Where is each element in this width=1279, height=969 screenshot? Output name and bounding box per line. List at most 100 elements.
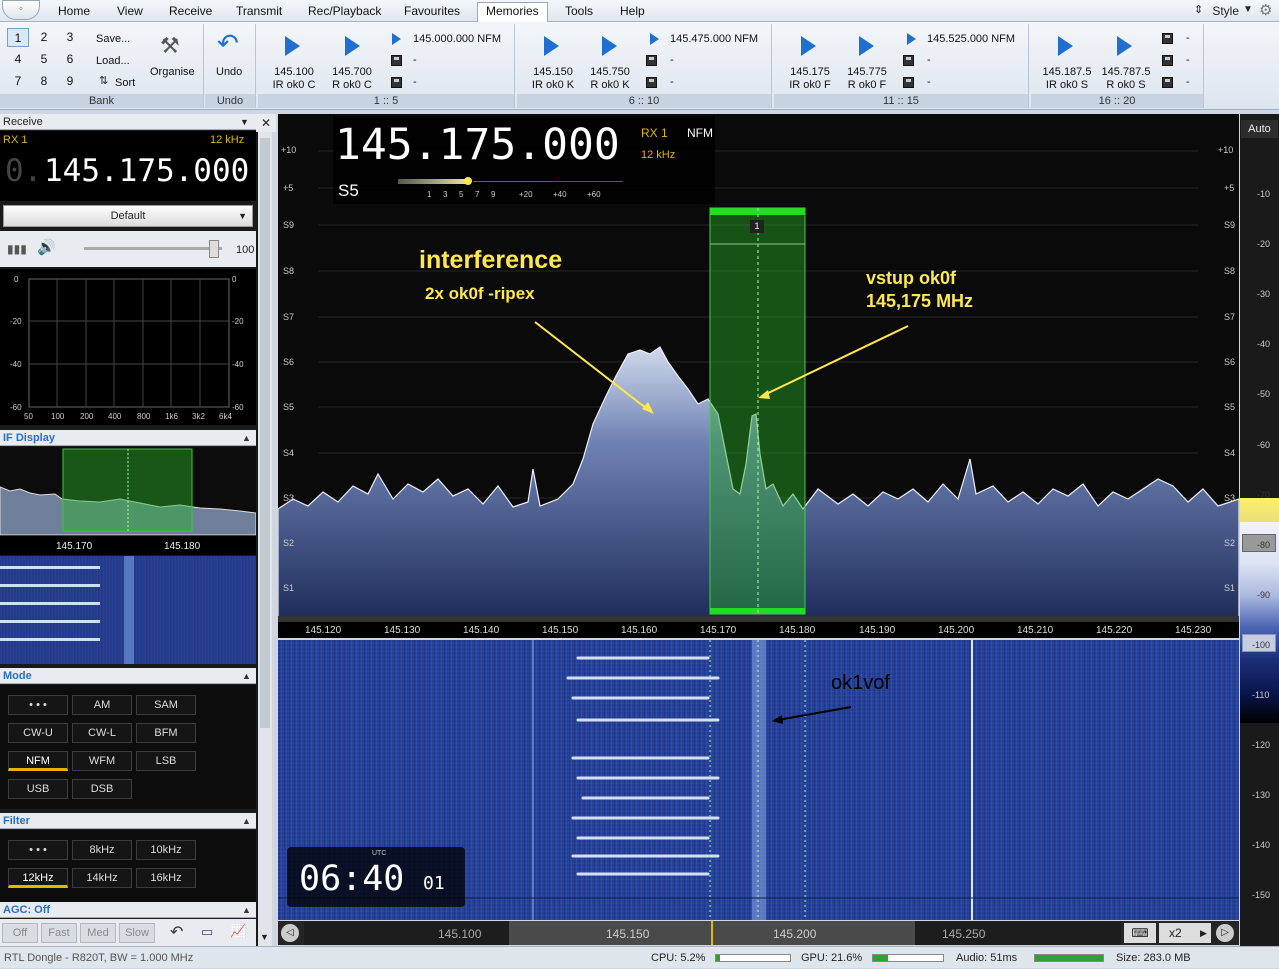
filter-14khz[interactable]: 14kHz [72,868,132,888]
bank-5[interactable]: 5 [33,50,55,69]
play-icon[interactable] [801,36,816,56]
preset-dropdown[interactable]: Default ▼ [3,205,253,227]
play-icon[interactable] [602,36,617,56]
load-button[interactable]: Load... [96,55,130,67]
save-disk-icon[interactable] [903,77,914,88]
menu-rec-playback[interactable]: Rec/Playback [300,3,389,20]
memory-name[interactable]: IR ok0 C [266,79,322,92]
agc-off[interactable]: Off [2,923,38,943]
menu-receive[interactable]: Receive [161,3,220,20]
vfo-frequency[interactable]: 145.175.000 [44,153,249,189]
filter-more[interactable]: • • • [8,840,68,860]
save-disk-icon[interactable] [391,77,402,88]
close-receive-icon[interactable]: ✕ [256,114,276,132]
bank-7[interactable]: 7 [7,72,29,91]
undo-arrow-icon[interactable]: ↶ [170,922,183,942]
play-icon[interactable] [1117,36,1132,56]
mode-sam[interactable]: SAM [136,695,196,715]
play-icon[interactable] [544,36,559,56]
play-icon[interactable] [285,36,300,56]
save-disk-icon[interactable] [646,55,657,66]
mode-lsb[interactable]: LSB [136,751,196,771]
menu-memories[interactable]: Memories [477,2,548,22]
collapse-icon[interactable]: ▲ [242,430,251,446]
mode-dsb[interactable]: DSB [72,779,132,799]
empty-slot[interactable]: - [1186,76,1190,88]
collapse-icon[interactable]: ▲ [242,813,251,829]
collapse-icon[interactable]: ▼ [240,114,249,130]
menu-favourites[interactable]: Favourites [396,3,468,20]
menu-view[interactable]: View [109,3,151,20]
memory-entry[interactable]: 145.000.000 NFM [413,33,501,45]
main-frequency[interactable]: 145.175.000 [335,120,620,170]
mode-cw-l[interactable]: CW-L [72,723,132,743]
collapse-icon[interactable]: ▲ [242,668,251,684]
save-disk-icon[interactable] [646,77,657,88]
mode-usb[interactable]: USB [8,779,68,799]
save-disk-icon[interactable] [903,55,914,66]
empty-slot[interactable]: - [670,76,674,88]
undo-icon[interactable]: ↶ [217,28,239,59]
agc-slow[interactable]: Slow [119,923,155,943]
bank-4[interactable]: 4 [7,50,29,69]
scroll-down-icon[interactable]: ▼ [260,932,269,942]
style-dropdown-icon[interactable]: ▼ [1243,4,1253,15]
empty-slot[interactable]: - [413,76,417,88]
waterfall-display[interactable]: ok1vof UTC 06:40 01 [278,640,1239,920]
volume-slider[interactable] [84,247,222,250]
empty-slot[interactable]: - [1186,54,1190,66]
filter-12khz[interactable]: 12kHz [8,868,68,888]
mode-wfm[interactable]: WFM [72,751,132,771]
sort-button[interactable]: Sort [115,77,135,89]
screen-icon[interactable]: ▭ [201,924,213,940]
bank-8[interactable]: 8 [33,72,55,91]
undo-button[interactable]: Undo [216,66,242,78]
volume-slider-thumb[interactable] [209,240,219,258]
filter-10khz[interactable]: 10kHz [136,840,196,860]
style-updown-icon[interactable]: ⇕ [1194,3,1203,16]
play-icon[interactable] [907,33,916,45]
app-menu-button[interactable]: ◦ [2,0,40,20]
memory-entry[interactable]: 145.525.000 NFM [927,33,1015,45]
play-icon[interactable] [859,36,874,56]
empty-slot[interactable]: - [927,76,931,88]
menu-home[interactable]: Home [50,3,98,20]
graph-icon[interactable]: 📈 [230,923,246,939]
empty-slot[interactable]: - [1186,32,1190,44]
memory-name[interactable]: IR ok0 F [782,79,838,92]
save-disk-icon[interactable] [1162,33,1173,44]
bank-1[interactable]: 1 [7,28,29,47]
mode-more[interactable]: • • • [8,695,68,715]
organise-button[interactable]: Organise [150,66,195,78]
mode-nfm[interactable]: NFM [8,751,68,771]
mode-cw-u[interactable]: CW-U [8,723,68,743]
spectrum-bars-icon[interactable]: ▮▮▮ [7,242,27,256]
filter-8khz[interactable]: 8kHz [72,840,132,860]
zoom-selector[interactable]: x2 ▶ [1159,923,1211,943]
auto-button[interactable]: Auto [1241,120,1278,138]
empty-slot[interactable]: - [927,54,931,66]
save-button[interactable]: Save... [96,33,130,45]
agc-fast[interactable]: Fast [41,923,77,943]
rewind-icon[interactable]: ◁ [281,924,299,942]
play-icon[interactable] [392,33,401,45]
scrollbar-thumb[interactable] [260,138,270,728]
empty-slot[interactable]: - [670,54,674,66]
agc-med[interactable]: Med [80,923,116,943]
save-disk-icon[interactable] [1162,55,1173,66]
memory-name[interactable]: R ok0 F [839,79,895,92]
bank-2[interactable]: 2 [33,28,55,47]
menu-transmit[interactable]: Transmit [228,3,290,20]
play-icon[interactable] [1058,36,1073,56]
bank-9[interactable]: 9 [59,72,81,91]
memory-name[interactable]: R ok0 K [582,79,638,92]
keyboard-icon[interactable]: ⌨ [1124,923,1156,943]
forward-icon[interactable]: ▷ [1216,924,1234,942]
play-icon[interactable] [650,33,659,45]
memory-entry[interactable]: 145.475.000 NFM [670,33,758,45]
mode-am[interactable]: AM [72,695,132,715]
memory-name[interactable]: R ok0 S [1096,79,1156,92]
speaker-icon[interactable]: 🔊 [37,238,56,256]
memory-name[interactable]: R ok0 C [324,79,380,92]
left-scrollbar[interactable]: ▼ [258,132,272,946]
